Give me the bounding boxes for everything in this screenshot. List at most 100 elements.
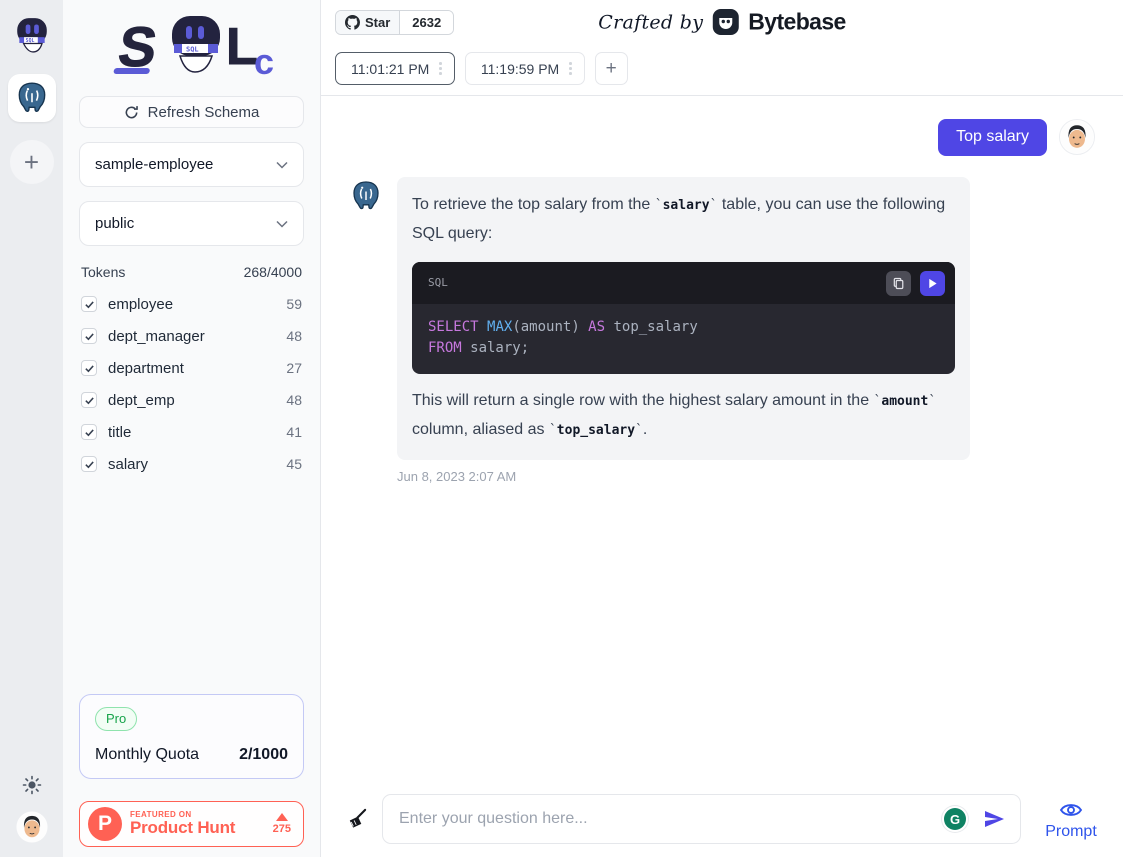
database-select[interactable]: sample-employee bbox=[79, 142, 304, 187]
prompt-button[interactable]: Prompt bbox=[1033, 798, 1109, 841]
assistant-message-row: To retrieve the top salary from the sala… bbox=[349, 177, 1095, 460]
conversation-tabs: 11:01:21 PM 11:19:59 PM + bbox=[321, 44, 1123, 96]
copy-code-button[interactable] bbox=[886, 271, 911, 296]
message-timestamp: Jun 8, 2023 2:07 AM bbox=[397, 469, 1095, 484]
github-icon bbox=[345, 15, 360, 30]
code-block-actions bbox=[886, 271, 945, 296]
table-list: employee59dept_manager48department27dept… bbox=[79, 288, 304, 480]
sql-chat-app: SQL + bbox=[0, 0, 1123, 857]
theme-toggle-button[interactable] bbox=[20, 773, 44, 797]
quota-row: Monthly Quota 2/1000 bbox=[95, 746, 288, 764]
bytebase-logo-icon bbox=[712, 9, 739, 36]
copy-icon bbox=[892, 277, 905, 290]
github-star-widget[interactable]: Star 2632 bbox=[335, 10, 454, 35]
tokens-row: Tokens 268/4000 bbox=[81, 264, 302, 280]
question-input[interactable] bbox=[397, 809, 944, 829]
conversation-tab[interactable]: 11:01:21 PM bbox=[335, 52, 455, 85]
send-button[interactable] bbox=[980, 805, 1008, 833]
refresh-schema-button[interactable]: Refresh Schema bbox=[79, 96, 304, 128]
postgresql-icon bbox=[14, 80, 50, 116]
inline-code: top_salary bbox=[549, 423, 643, 438]
crafted-by-brand[interactable]: Crafted by Bytebase bbox=[598, 9, 845, 36]
check-icon bbox=[84, 395, 95, 406]
prompt-label: Prompt bbox=[1045, 823, 1097, 841]
table-name: title bbox=[108, 424, 131, 441]
main-header: Star 2632 Crafted by Bytebase bbox=[321, 0, 1123, 44]
table-row: dept_manager48 bbox=[79, 320, 304, 352]
broom-icon bbox=[345, 808, 368, 831]
table-name: employee bbox=[108, 296, 173, 313]
tokens-value: 268/4000 bbox=[244, 264, 302, 280]
sql-chat-logo-art: S SQL L c bbox=[102, 12, 282, 82]
chat-main: Star 2632 Crafted by Bytebase 11:01:21 P… bbox=[320, 0, 1123, 857]
table-checkbox[interactable] bbox=[81, 392, 97, 408]
code-language-label: SQL bbox=[428, 269, 448, 297]
connection-rail: SQL + bbox=[0, 0, 63, 857]
schema-select[interactable]: public bbox=[79, 201, 304, 246]
table-checkbox[interactable] bbox=[81, 360, 97, 376]
new-connection-button[interactable]: + bbox=[10, 140, 54, 184]
table-token-count: 48 bbox=[286, 392, 302, 408]
inline-code: amount bbox=[874, 394, 937, 409]
chat-messages: Top salary bbox=[321, 96, 1123, 788]
grammarly-icon[interactable]: G bbox=[944, 808, 966, 830]
code-line: FROM salary; bbox=[428, 338, 939, 359]
github-star-button[interactable]: Star bbox=[336, 11, 400, 34]
table-checkbox[interactable] bbox=[81, 296, 97, 312]
table-checkbox[interactable] bbox=[81, 456, 97, 472]
assistant-message-bubble: To retrieve the top salary from the sala… bbox=[397, 177, 970, 460]
tab-menu-icon[interactable] bbox=[567, 60, 574, 77]
star-label: Star bbox=[365, 15, 390, 30]
schema-sidebar: S SQL L c bbox=[63, 0, 320, 857]
star-count[interactable]: 2632 bbox=[400, 11, 453, 34]
check-icon bbox=[84, 459, 95, 470]
table-name: dept_manager bbox=[108, 328, 205, 345]
product-hunt-icon: P bbox=[88, 807, 122, 841]
account-avatar[interactable] bbox=[16, 811, 48, 843]
pro-quota-card: Pro Monthly Quota 2/1000 bbox=[79, 694, 304, 779]
svg-text:SQL: SQL bbox=[186, 45, 199, 53]
code-body: SELECT MAX(amount) AS top_salaryFROM sal… bbox=[412, 304, 955, 374]
question-input-wrap: G bbox=[382, 794, 1021, 844]
table-checkbox[interactable] bbox=[81, 328, 97, 344]
chevron-down-icon bbox=[276, 220, 288, 228]
table-row: salary 45 bbox=[79, 448, 304, 480]
user-avatar bbox=[1059, 119, 1095, 155]
play-icon bbox=[927, 278, 938, 289]
upvote-count: 275 bbox=[273, 813, 293, 835]
product-hunt-label: Product Hunt bbox=[130, 819, 235, 837]
connection-postgresql-selected[interactable] bbox=[8, 74, 56, 122]
robot-icon: SQL bbox=[13, 15, 51, 53]
clear-conversation-button[interactable] bbox=[343, 806, 370, 833]
svg-text:L: L bbox=[226, 18, 258, 76]
sqlchat-bot-avatar[interactable]: SQL bbox=[12, 14, 52, 54]
table-token-count: 45 bbox=[286, 456, 302, 472]
table-token-count: 41 bbox=[286, 424, 302, 440]
pro-badge: Pro bbox=[95, 707, 137, 731]
assistant-avatar bbox=[349, 179, 383, 213]
refresh-schema-label: Refresh Schema bbox=[148, 104, 260, 121]
assistant-intro-paragraph: To retrieve the top salary from the sala… bbox=[412, 191, 955, 248]
table-token-count: 27 bbox=[286, 360, 302, 376]
user-message-row: Top salary bbox=[349, 119, 1095, 156]
tab-label: 11:19:59 PM bbox=[481, 61, 559, 77]
tokens-label: Tokens bbox=[81, 264, 125, 280]
product-hunt-text: FEATURED ON Product Hunt bbox=[130, 811, 235, 837]
schema-select-value: public bbox=[95, 215, 134, 232]
user-face-icon bbox=[1060, 120, 1094, 154]
assistant-outro-paragraph: This will return a single row with the h… bbox=[412, 387, 955, 445]
svg-text:c: c bbox=[254, 41, 274, 82]
table-checkbox[interactable] bbox=[81, 424, 97, 440]
table-row: department 27 bbox=[79, 352, 304, 384]
table-row: title 41 bbox=[79, 416, 304, 448]
quota-value: 2/1000 bbox=[239, 746, 288, 764]
run-query-button[interactable] bbox=[920, 271, 945, 296]
table-name: salary bbox=[108, 456, 148, 473]
conversation-tab[interactable]: 11:19:59 PM bbox=[465, 52, 585, 85]
sql-code-block: SQL bbox=[412, 262, 955, 374]
table-name: department bbox=[108, 360, 184, 377]
tab-menu-icon[interactable] bbox=[437, 60, 444, 77]
new-conversation-button[interactable]: + bbox=[595, 52, 628, 85]
refresh-icon bbox=[124, 105, 139, 120]
product-hunt-badge[interactable]: P FEATURED ON Product Hunt 275 bbox=[79, 801, 304, 847]
